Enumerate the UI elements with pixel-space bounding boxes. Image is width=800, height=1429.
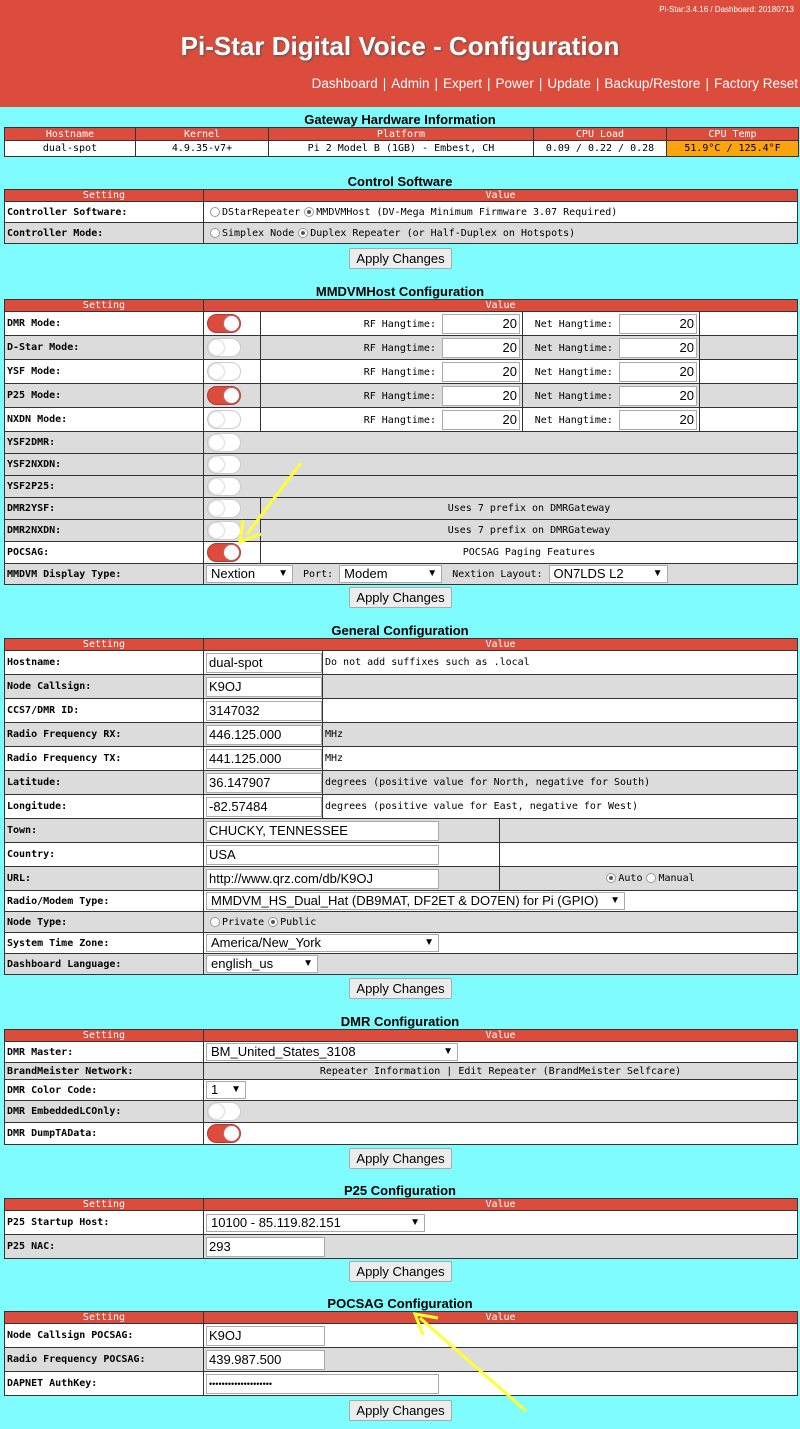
arrow-to-pocsag-title [412, 1312, 527, 1413]
arrow-to-pocsag-toggle [238, 462, 303, 545]
annotation-arrows [238, 462, 527, 1413]
